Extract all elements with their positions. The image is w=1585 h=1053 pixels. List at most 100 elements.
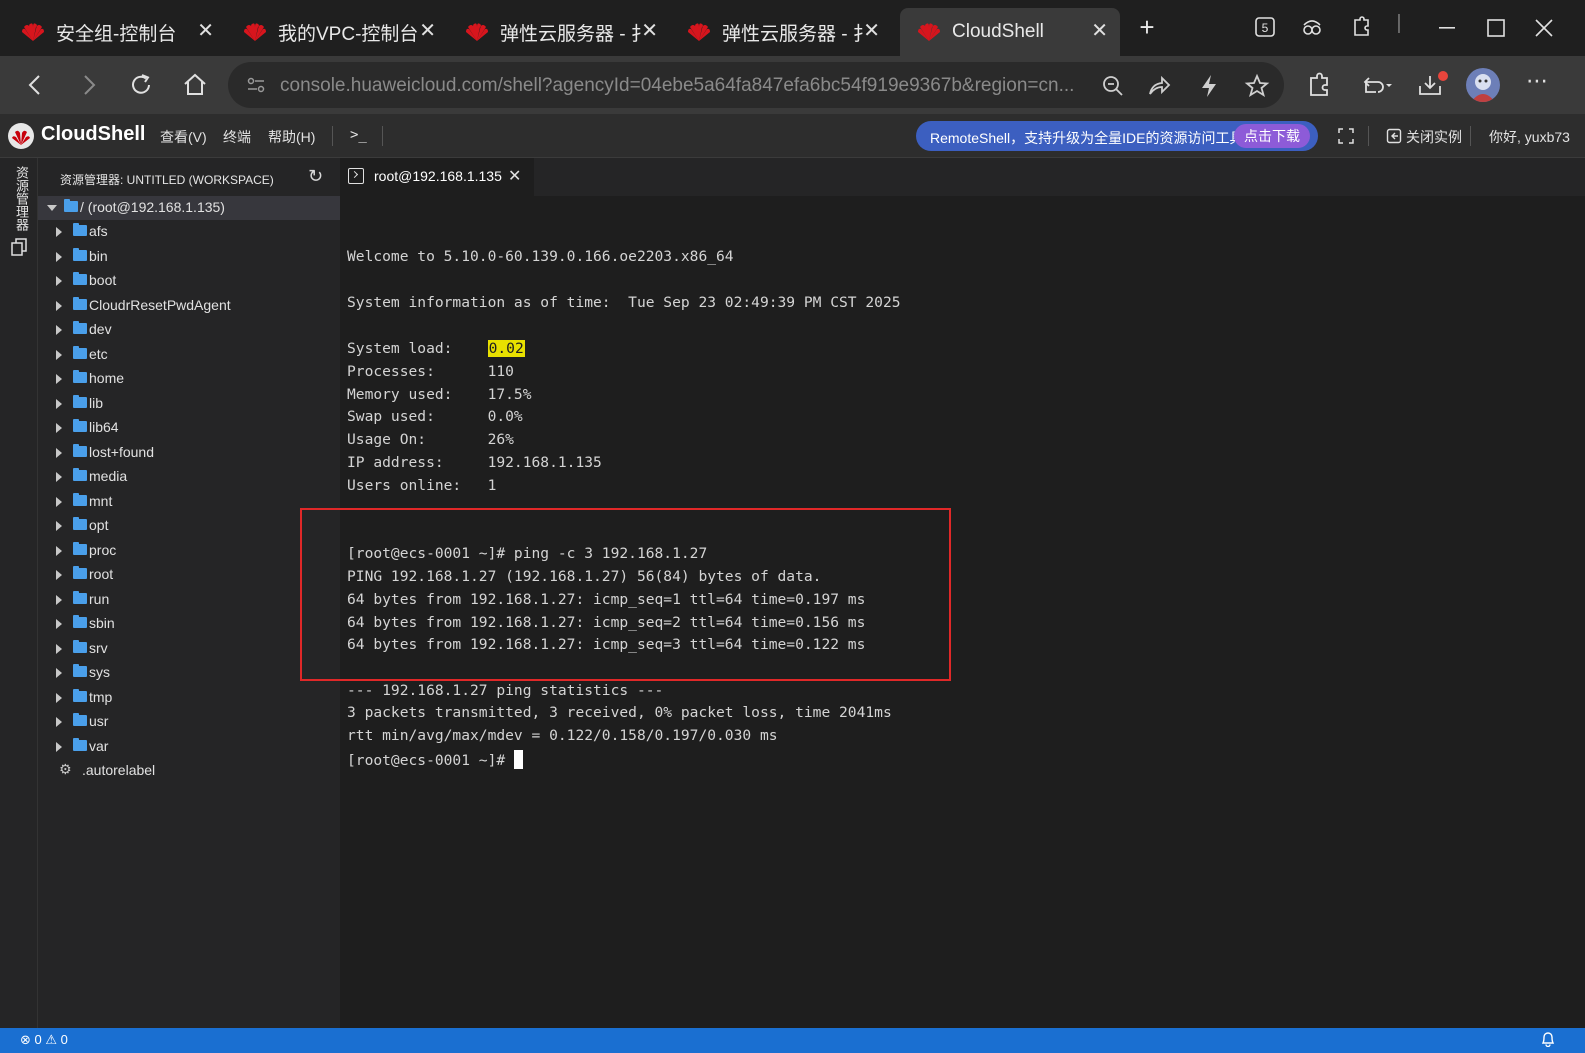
bell-icon[interactable] (1541, 1031, 1555, 1047)
tree-folder-row[interactable]: lib64 (38, 416, 340, 440)
download-button[interactable]: 点击下载 (1234, 124, 1310, 148)
close-tab-icon[interactable]: ✕ (419, 20, 436, 42)
svg-text:5: 5 (1262, 21, 1269, 35)
shell-prompt: [root@ecs-0001 ~]# (347, 752, 514, 769)
tree-folder-label: media (89, 468, 128, 484)
tree-folder-row[interactable]: CloudrResetPwdAgent (38, 294, 340, 318)
downloads-icon[interactable] (1416, 70, 1452, 100)
tree-folder-row[interactable]: home (38, 367, 340, 391)
tree-folder-row[interactable]: mnt (38, 490, 340, 514)
tree-folder-row[interactable]: bin (38, 245, 340, 269)
folder-icon (73, 615, 87, 628)
tree-folder-label: srv (89, 639, 108, 656)
favorite-icon[interactable] (1244, 73, 1270, 99)
back-history-icon[interactable] (1356, 70, 1396, 100)
close-tab-icon[interactable]: ✕ (863, 20, 880, 42)
terminal-tab[interactable]: root@192.168.1.135 ✕ (340, 158, 534, 196)
tree-folder-row[interactable]: root (38, 563, 340, 587)
tree-folder-row[interactable]: usr (38, 710, 340, 734)
problems-indicator[interactable]: ⊗ 0 ⚠ 0 (20, 1032, 68, 1048)
address-bar[interactable]: console.huaweicloud.com/shell?agencyId=0… (228, 62, 1284, 108)
browser-tab-vpc[interactable]: 我的VPC-控制台 ✕ (226, 8, 448, 56)
chevron-down-icon (47, 205, 57, 211)
refresh-icon[interactable]: ↻ (308, 166, 323, 187)
tree-folder-row[interactable]: lib (38, 392, 340, 416)
browser-tab-ecs-1[interactable]: 弹性云服务器 - 扌 ✕ (448, 8, 670, 56)
system-load-line: System load: 0.02 (347, 340, 525, 357)
extensions-icon[interactable] (1304, 70, 1334, 100)
tree-folder-row[interactable]: var (38, 735, 340, 759)
chevron-right-icon (56, 496, 62, 507)
folder-icon (73, 321, 87, 334)
user-greeting[interactable]: 你好, yuxb73 (1489, 127, 1570, 147)
menu-terminal[interactable]: 终端 (223, 127, 251, 147)
fullscreen-icon[interactable] (1338, 128, 1354, 144)
forward-icon[interactable] (74, 70, 104, 100)
folder-icon (73, 345, 87, 359)
site-info-icon[interactable] (246, 75, 266, 95)
tree-folder-row[interactable]: sbin (38, 612, 340, 636)
menu-help[interactable]: 帮助(H) (268, 127, 315, 147)
folder-icon (73, 247, 87, 261)
close-tab-icon[interactable]: ✕ (197, 20, 214, 42)
tree-folder-row[interactable]: dev (38, 318, 340, 342)
huawei-logo-icon (688, 23, 710, 41)
share-icon[interactable] (1146, 73, 1172, 99)
new-tab-button[interactable]: + (1132, 12, 1162, 43)
zoom-out-icon[interactable] (1100, 73, 1126, 99)
sysinfo-line: System information as of time: Tue Sep 2… (347, 294, 901, 311)
terminal-prompt-icon[interactable]: >_ (350, 127, 367, 143)
tree-folder-label: sys (89, 664, 110, 680)
system-load-label: System load: (347, 340, 488, 357)
profile-avatar[interactable] (1466, 68, 1500, 102)
tree-folder-row[interactable]: sys (38, 661, 340, 685)
close-instance-button[interactable]: 关闭实例 (1406, 127, 1462, 147)
chevron-right-icon (56, 570, 62, 580)
tree-root[interactable]: / (root@192.168.1.135) (38, 196, 340, 220)
home-icon[interactable] (180, 70, 210, 100)
address-url[interactable]: console.huaweicloud.com/shell?agencyId=0… (280, 75, 1090, 97)
performance-icon[interactable] (1196, 73, 1222, 99)
window-close-icon[interactable] (1529, 19, 1559, 37)
chevron-right-icon (56, 251, 62, 262)
menu-view[interactable]: 查看(V) (160, 127, 207, 147)
chevron-right-icon (56, 349, 62, 360)
more-icon[interactable]: ⋯ (1522, 66, 1552, 96)
gear-icon: ⚙ (59, 761, 72, 777)
extension-puzzle-icon[interactable] (1346, 16, 1376, 38)
back-icon[interactable] (20, 70, 50, 100)
close-tab-icon[interactable]: ✕ (641, 20, 658, 42)
ping-stats-header-line: --- 192.168.1.27 ping statistics --- (347, 682, 664, 699)
remoteshell-promo-banner[interactable]: RemoteShell，支持升级为全量IDE的资源访问工具 点击下载 (916, 121, 1318, 151)
chevron-right-icon (56, 227, 62, 237)
browser-tab-cloudshell[interactable]: CloudShell ✕ (900, 8, 1120, 56)
tree-folder-row[interactable]: srv (38, 637, 340, 661)
close-tab-icon[interactable]: ✕ (508, 166, 521, 186)
browser-tab-security-group[interactable]: 安全组-控制台 ✕ (4, 8, 226, 56)
reload-icon[interactable] (126, 70, 156, 100)
tree-file-row[interactable]: ⚙ .autorelabel (38, 759, 340, 783)
folder-icon (73, 492, 87, 506)
browser-tab-ecs-2[interactable]: 弹性云服务器 - 扌 ✕ (670, 8, 892, 56)
close-instance-icon (1386, 128, 1402, 144)
tree-root-label: / (root@192.168.1.135) (80, 199, 225, 215)
tree-folder-row[interactable]: afs (38, 220, 340, 244)
tree-folder-row[interactable]: media (38, 465, 340, 489)
huawei-logo-icon (918, 23, 940, 41)
tree-folder-label: lib (89, 394, 104, 411)
minimize-icon[interactable] (1432, 26, 1462, 30)
chevron-right-icon (56, 717, 62, 727)
close-tab-icon[interactable]: ✕ (1091, 20, 1108, 42)
tree-folder-row[interactable]: run (38, 588, 340, 612)
folder-icon (73, 590, 87, 604)
tree-folder-row[interactable]: opt (38, 514, 340, 538)
workspaces-icon[interactable] (1297, 16, 1327, 38)
tree-folder-row[interactable]: lost+found (38, 441, 340, 465)
tree-folder-row[interactable]: proc (38, 539, 340, 563)
tree-folder-row[interactable]: etc (38, 343, 340, 367)
files-icon[interactable] (10, 238, 28, 256)
tree-folder-row[interactable]: tmp (38, 686, 340, 710)
maximize-icon[interactable] (1481, 19, 1511, 37)
tree-folder-row[interactable]: boot (38, 269, 340, 293)
tab-actions-icon[interactable]: 5 (1250, 16, 1280, 38)
